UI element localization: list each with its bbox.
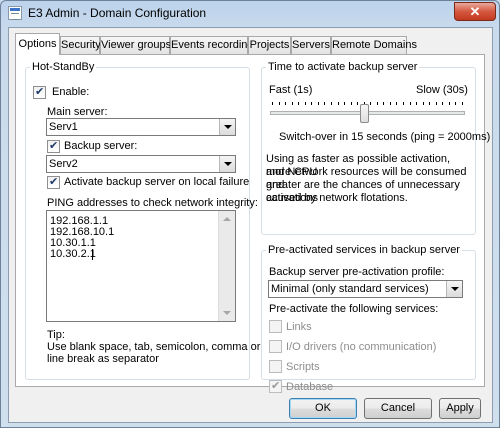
activation-time-title: Time to activate backup server	[268, 61, 418, 73]
slider-tick	[272, 102, 273, 105]
slider-tick	[351, 102, 352, 105]
services-label: Pre-activate the following services:	[269, 303, 439, 315]
tab-options[interactable]: Options	[15, 33, 60, 55]
apply-button[interactable]: Apply	[439, 398, 481, 419]
service-links-label: Links	[286, 321, 312, 333]
slider-tick	[285, 102, 286, 105]
main-server-value: Serv1	[49, 121, 78, 133]
close-button[interactable]: ✕	[454, 2, 496, 21]
tab-events-recording[interactable]: Events recording	[170, 36, 254, 54]
tip-title: Tip:	[47, 329, 65, 341]
profile-select[interactable]: Minimal (only standard services)	[268, 280, 463, 298]
slider-tick	[403, 102, 404, 105]
ping-addresses-textarea[interactable]: 192.168.1.1 192.168.10.1 10.30.1.1 10.30…	[46, 210, 236, 322]
slider-tick	[442, 102, 443, 105]
profile-value: Minimal (only standard services)	[271, 283, 429, 295]
backup-server-checkbox[interactable]	[47, 139, 60, 153]
service-io-drivers-label: I/O drivers (no communication)	[286, 341, 437, 353]
cancel-button[interactable]: Cancel	[364, 398, 432, 419]
preactivated-services-group: Pre-activated services in backup server …	[261, 244, 476, 393]
fast-label: Fast (1s)	[269, 84, 313, 96]
chevron-down-icon[interactable]	[446, 281, 462, 297]
preactivated-services-title: Pre-activated services in backup server	[268, 244, 460, 256]
tab-servers[interactable]: Servers	[291, 36, 331, 54]
switchover-text: Switch-over in 15 seconds (ping = 2000ms…	[279, 131, 491, 143]
dialog-window: E3 Admin - Domain Configuration ✕ Option…	[0, 0, 500, 428]
ping-addresses-label: PING addresses to check network integrit…	[47, 197, 258, 209]
enable-label: Enable:	[52, 86, 90, 98]
ok-button[interactable]: OK	[289, 398, 357, 419]
service-scripts-checkbox[interactable]	[269, 360, 282, 373]
slider-tick	[324, 102, 325, 105]
activate-on-failure-checkbox[interactable]	[47, 175, 60, 189]
activation-time-group: Time to activate backup server Fast (1s)…	[261, 61, 490, 235]
slider-tick	[449, 102, 450, 105]
slider-tick	[462, 102, 463, 105]
main-server-select[interactable]: Serv1	[46, 118, 236, 136]
scroll-down-arrow-icon[interactable]	[219, 305, 235, 321]
slider-tick	[370, 102, 371, 105]
slider-tick	[410, 102, 411, 105]
slider-tick	[311, 102, 312, 105]
service-database-checkbox[interactable]	[269, 379, 282, 393]
tab-viewer-groups[interactable]: Viewer groups	[100, 36, 171, 54]
slider-tick	[396, 102, 397, 105]
backup-server-label: Backup server:	[64, 140, 138, 152]
text-caret	[92, 249, 93, 260]
slider-tick	[377, 102, 378, 105]
slider-tick	[429, 102, 430, 105]
tab-security[interactable]: Security	[60, 36, 101, 54]
slider-tick	[416, 102, 417, 105]
hot-standby-group: Hot-StandBy Enable: Main server: Serv1 B…	[25, 61, 260, 380]
main-server-label: Main server:	[47, 106, 108, 118]
tab-remote-domains[interactable]: Remote Domains	[331, 36, 417, 54]
chevron-down-icon[interactable]	[219, 119, 235, 135]
slider-tick	[298, 102, 299, 105]
backup-server-value: Serv2	[49, 158, 78, 170]
slider-tick	[305, 102, 306, 105]
slider-tick	[318, 102, 319, 105]
slider-tick	[390, 102, 391, 105]
slider-tick	[357, 102, 358, 105]
slider-tick	[436, 102, 437, 105]
slider-tick	[331, 102, 332, 105]
slider-tick	[423, 102, 424, 105]
app-window-icon	[8, 6, 22, 20]
hot-standby-title: Hot-StandBy	[32, 61, 95, 73]
chevron-down-icon[interactable]	[219, 156, 235, 172]
activation-info-line4: caused by network flotations.	[266, 192, 408, 204]
scroll-up-arrow-icon[interactable]	[219, 211, 235, 227]
service-scripts-label: Scripts	[286, 361, 320, 373]
ping-address-line: 10.30.2.1	[50, 248, 96, 260]
dialog-client-area: Options Security Viewer groups Events re…	[8, 27, 493, 423]
slider-tick	[292, 102, 293, 105]
window-title: E3 Admin - Domain Configuration	[28, 6, 207, 20]
slider-tick	[279, 102, 280, 105]
profile-label: Backup server pre-activation profile:	[269, 266, 445, 278]
tip-text-line1: Use blank space, tab, semicolon, comma o…	[47, 341, 261, 353]
service-links-checkbox[interactable]	[269, 320, 282, 333]
slider-tick	[344, 102, 345, 105]
service-io-drivers-checkbox[interactable]	[269, 340, 282, 353]
options-tab-page: Hot-StandBy Enable: Main server: Serv1 B…	[15, 54, 490, 393]
title-bar[interactable]: E3 Admin - Domain Configuration ✕	[1, 1, 499, 27]
slider-tick	[383, 102, 384, 105]
backup-server-select[interactable]: Serv2	[46, 155, 236, 173]
tip-text-line2: line break as separator	[47, 353, 159, 365]
enable-checkbox[interactable]	[33, 85, 46, 99]
ping-addresses-scrollbar[interactable]	[218, 211, 235, 321]
activate-on-failure-label: Activate backup server on local failure	[64, 176, 250, 188]
slow-label: Slow (30s)	[416, 84, 468, 96]
slider-tick	[455, 102, 456, 105]
service-database-label: Database	[286, 381, 334, 393]
slider-tick	[338, 102, 339, 105]
tab-projects[interactable]: Projects	[248, 36, 291, 54]
activation-slider-thumb[interactable]	[360, 104, 369, 123]
